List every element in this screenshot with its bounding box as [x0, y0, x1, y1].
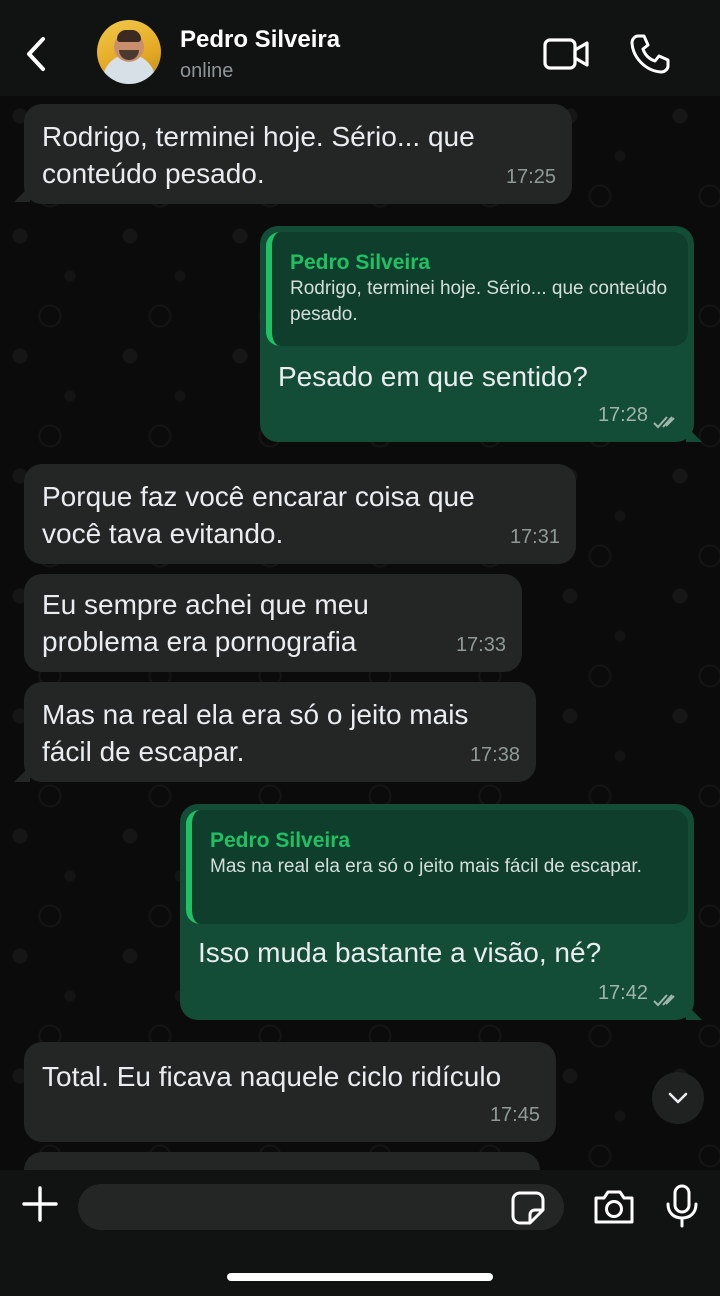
- message-time: 17:33: [455, 634, 506, 656]
- message-text: Rodrigo, terminei hoje. Sério... que con…: [42, 121, 475, 189]
- double-check-icon: [653, 994, 675, 1007]
- avatar-beard: [119, 50, 139, 60]
- message-bubble-outgoing[interactable]: Pedro Silveira Rodrigo, terminei hoje. S…: [260, 226, 694, 442]
- message-time: 17:42: [597, 982, 648, 1004]
- quoted-message[interactable]: Pedro Silveira Mas na real ela era só o …: [186, 810, 688, 924]
- message-text: Isso muda bastante a visão, né?: [198, 937, 602, 968]
- sticker-icon: [511, 1191, 545, 1225]
- message-composer: [0, 1170, 720, 1296]
- message-time: 17:38: [469, 744, 520, 766]
- scroll-to-bottom-button[interactable]: [652, 1072, 704, 1124]
- plus-icon: [22, 1186, 58, 1222]
- camera-icon: [594, 1190, 634, 1224]
- microphone-icon: [666, 1184, 698, 1228]
- quoted-message[interactable]: Pedro Silveira Rodrigo, terminei hoje. S…: [266, 232, 688, 346]
- video-call-button[interactable]: [542, 34, 590, 74]
- sticker-button[interactable]: [510, 1190, 546, 1226]
- video-camera-icon: [543, 38, 589, 70]
- contact-name[interactable]: Pedro Silveira: [180, 26, 340, 54]
- message-bubble-incoming[interactable]: Rodrigo, terminei hoje. Sério... que con…: [24, 104, 572, 204]
- back-arrow-icon: [27, 37, 45, 71]
- message-bubble-incoming[interactable]: Porque faz você encarar coisa que você t…: [24, 464, 576, 564]
- message-bubble-incoming[interactable]: Eu sempre achei que meu problema era por…: [24, 574, 522, 672]
- quoted-text: Rodrigo, terminei hoje. Sério... que con…: [290, 278, 668, 325]
- message-text: Total. Eu ficava naquele ciclo ridículo: [42, 1061, 502, 1092]
- message-text: Pesado em que sentido?: [278, 361, 588, 392]
- bubble-tail: [14, 766, 30, 782]
- voice-message-button[interactable]: [664, 1184, 700, 1228]
- home-indicator[interactable]: [227, 1273, 493, 1281]
- message-bubble-outgoing[interactable]: Pedro Silveira Mas na real ela era só o …: [180, 804, 694, 1020]
- voice-call-button[interactable]: [628, 32, 672, 76]
- double-check-icon: [653, 416, 675, 429]
- contact-status: online: [180, 60, 234, 82]
- chat-header: Pedro Silveira online: [0, 0, 720, 96]
- message-text: Porque faz você encarar coisa que você t…: [42, 481, 475, 549]
- chevron-down-icon: [668, 1092, 688, 1104]
- message-time: 17:45: [489, 1104, 540, 1126]
- message-input[interactable]: [78, 1184, 564, 1230]
- avatar-hair: [117, 30, 141, 42]
- bubble-tail: [686, 1004, 702, 1020]
- message-bubble-incoming[interactable]: Mas na real ela era só o jeito mais fáci…: [24, 682, 536, 782]
- message-time: 17:28: [597, 404, 648, 426]
- bubble-tail: [14, 186, 30, 202]
- chat-area[interactable]: Rodrigo, terminei hoje. Sério... que con…: [0, 96, 720, 1170]
- camera-button[interactable]: [592, 1188, 636, 1226]
- message-time: 17:25: [505, 166, 556, 188]
- message-text: Mas na real ela era só o jeito mais fáci…: [42, 699, 469, 767]
- contact-avatar[interactable]: [97, 20, 161, 84]
- quoted-text: Mas na real ela era só o jeito mais fáci…: [210, 856, 642, 877]
- attach-button[interactable]: [20, 1184, 60, 1224]
- bubble-tail: [686, 426, 702, 442]
- back-button[interactable]: [18, 30, 54, 78]
- message-text: Eu sempre achei que meu problema era por…: [42, 589, 369, 657]
- phone-icon: [630, 34, 670, 74]
- message-time: 17:31: [509, 526, 560, 548]
- message-bubble-incoming[interactable]: Total. Eu ficava naquele ciclo ridículo …: [24, 1042, 556, 1142]
- message-bubble-incoming[interactable]: [24, 1152, 540, 1170]
